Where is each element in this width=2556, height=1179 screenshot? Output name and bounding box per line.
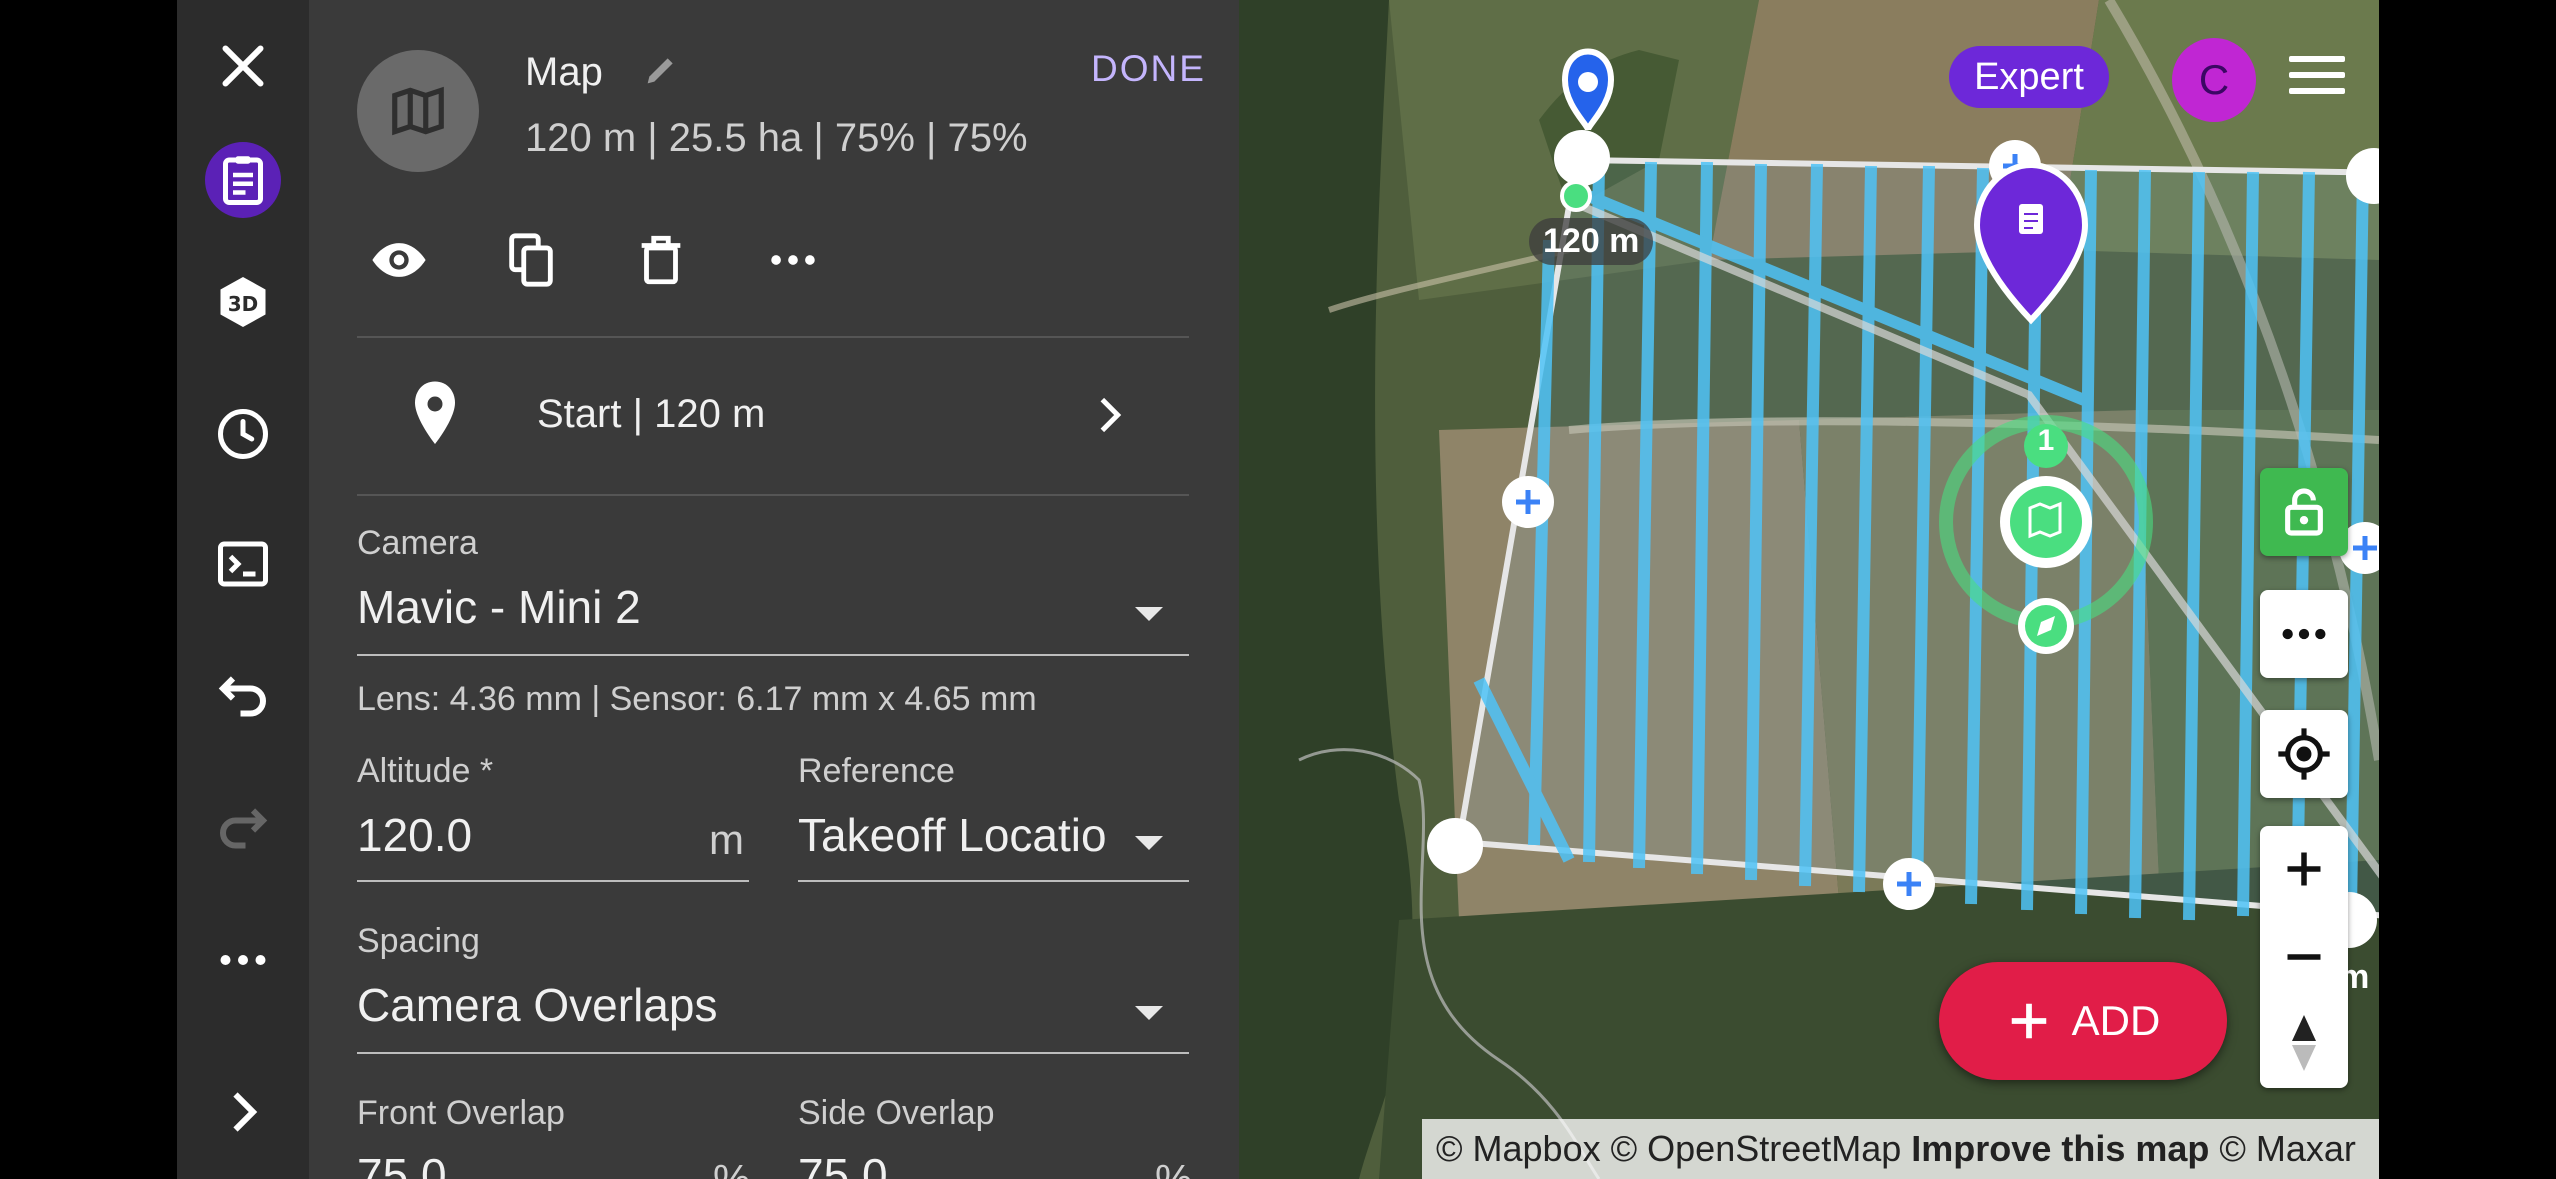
dropdown-caret-icon [1135,607,1163,621]
history-clock-icon[interactable] [195,386,291,482]
improve-map-link[interactable]: Improve this map [1911,1128,2209,1170]
add-button[interactable]: ADD [1939,962,2227,1080]
user-avatar[interactable]: C [2172,38,2256,122]
mission-title: Map [525,50,603,94]
map-type-icon [357,50,479,172]
svg-text:3D: 3D [228,292,259,316]
field-underline [357,654,1189,656]
console-terminal-icon[interactable] [195,516,291,612]
menu-hamburger-icon[interactable] [2289,56,2345,96]
side-overlap-label: Side Overlap [798,1094,995,1132]
mission-panel: Map 120 m | 25.5 ha | 75% | 75% DONE Sta… [309,0,1239,1179]
altitude-unit: m [709,816,744,863]
lock-icon[interactable] [2260,468,2348,556]
side-overlap-input[interactable]: 75.0 [798,1148,1098,1179]
waypoint-number: 1 [2037,424,2055,457]
expert-mode-badge[interactable]: Expert [1949,46,2109,108]
expand-chevron-icon[interactable] [195,1064,291,1160]
app-window: 3D Map 120 m | 25.5 ha | 75% | 75% DONE [177,0,2379,1179]
visibility-eye-icon[interactable] [359,220,439,300]
camera-label: Camera [357,524,478,562]
altitude-input[interactable]: 120.0 [357,808,697,862]
attribution-osm[interactable]: © OpenStreetMap [1611,1128,1902,1170]
attribution-maxar[interactable]: © Maxar [2219,1128,2356,1170]
mission-summary: 120 m | 25.5 ha | 75% | 75% [525,116,1028,160]
edit-pencil-icon[interactable] [641,50,681,90]
3d-view-icon[interactable]: 3D [195,254,291,350]
compass-north-icon[interactable] [2260,1000,2348,1086]
camera-select[interactable]: Mavic - Mini 2 [357,580,1097,634]
start-location-row[interactable]: Start | 120 m [357,340,1189,490]
more-options-icon[interactable] [195,912,291,1008]
delete-trash-icon[interactable] [621,220,701,300]
more-actions-icon[interactable] [753,220,833,300]
left-rail: 3D [177,0,309,1179]
map-more-icon[interactable] [2260,590,2348,678]
field-underline [798,880,1189,882]
divider [357,494,1189,496]
dropdown-caret-icon [1135,1006,1163,1020]
location-pin-icon [415,381,455,444]
reference-label: Reference [798,752,955,790]
zoom-controls [2260,826,2348,1088]
undo-icon[interactable] [195,648,291,744]
zoom-in-icon[interactable] [2260,826,2348,912]
dropdown-caret-icon [1135,836,1163,850]
front-overlap-input[interactable]: 75.0 [357,1148,657,1179]
plus-icon [2011,1003,2046,1039]
spacing-select[interactable]: Camera Overlaps [357,978,1097,1032]
redo-icon[interactable] [195,780,291,876]
my-location-icon[interactable] [2260,710,2348,798]
attribution-mapbox[interactable]: © Mapbox [1436,1128,1601,1170]
front-overlap-label: Front Overlap [357,1094,565,1132]
side-overlap-unit: % [1155,1156,1192,1179]
camera-helper: Lens: 4.36 mm | Sensor: 6.17 mm x 4.65 m… [357,680,1037,718]
divider [357,336,1189,338]
reference-select[interactable]: Takeoff Locatio [798,808,1120,862]
add-label: ADD [2071,997,2161,1044]
spacing-label: Spacing [357,922,480,960]
zoom-out-icon[interactable] [2260,914,2348,1000]
altitude-tag: 120 m [1529,218,1654,265]
field-underline [357,880,749,882]
map-view[interactable]: 120 m 120 m 1 Expert C ADD [1239,0,2379,1179]
start-label: Start | 120 m [537,392,766,436]
mission-clipboard-icon[interactable] [195,132,291,228]
chevron-right-icon [1100,397,1122,433]
field-underline [357,1052,1189,1054]
done-button[interactable]: DONE [1091,48,1206,90]
map-attribution: © Mapbox © OpenStreetMap Improve this ma… [1422,1119,2379,1179]
front-overlap-unit: % [713,1156,750,1179]
close-icon[interactable] [195,18,291,114]
altitude-label: Altitude * [357,752,494,790]
duplicate-icon[interactable] [491,220,571,300]
